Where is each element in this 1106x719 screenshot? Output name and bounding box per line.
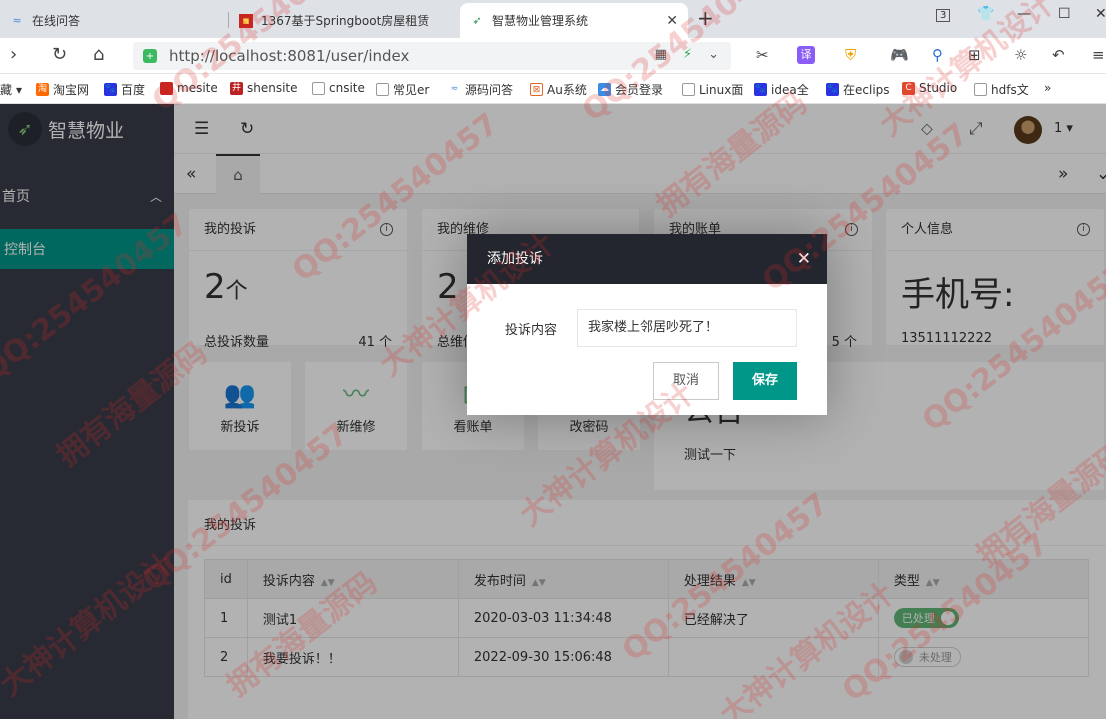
cloud-icon: ☁ [598, 83, 611, 96]
bookmark-item[interactable]: cnsite [312, 81, 365, 95]
save-button[interactable]: 保存 [733, 362, 797, 400]
bookmark-item[interactable]: 🐾 百度 [104, 81, 145, 98]
bookmark-item[interactable]: mesite [160, 81, 218, 95]
home-icon[interactable]: ⌂ [93, 44, 104, 65]
new-tab-button[interactable]: + [697, 6, 714, 30]
browser-tab-bar: ≈ 在线问答 ▪ 1367基于Springboot房屋租赁 ➶ 智慧物业管理系统… [0, 0, 1106, 38]
gamepad-icon[interactable]: 🎮 [890, 46, 909, 64]
chevron-down-icon[interactable]: ⌄ [708, 47, 719, 62]
wave-icon: ≈ [12, 14, 22, 27]
paw-icon: 🐾 [754, 83, 767, 96]
page-icon [974, 83, 987, 96]
cancel-button[interactable]: 取消 [653, 362, 719, 400]
url-field[interactable]: + http://localhost:8081/user/index ▦ ⚡ ⌄ [133, 42, 731, 70]
bookmark-item[interactable]: 🐾 在eclips [826, 81, 890, 98]
bookmarks-bar: 藏 ▾ 淘淘宝网 🐾 百度 mesite 井 shensite cnsite 常见e… [0, 74, 1106, 104]
search-icon[interactable]: ⚲ [932, 46, 943, 64]
brightness-icon[interactable]: ☼ [1014, 46, 1027, 64]
close-icon[interactable]: ✕ [666, 13, 678, 29]
complaint-content-input[interactable]: 我家楼上邻居吵死了！ [577, 309, 797, 347]
browser-tab-3[interactable]: ➶ 智慧物业管理系统 ✕ [460, 3, 688, 38]
bookmark-item[interactable]: hdfs文 [974, 81, 1029, 98]
red-c-icon: C [902, 81, 915, 95]
bookmark-item[interactable]: 🐾 idea全 [754, 81, 809, 98]
apps-icon[interactable]: ⊞ [968, 46, 981, 64]
paw-icon: 🐾 [104, 83, 117, 96]
bookmark-item[interactable]: ≈ 源码问答 [448, 81, 513, 98]
box-icon: ⊠ [530, 83, 543, 96]
dialog-title: 添加投诉 [487, 251, 543, 267]
address-bar-row: › ↻ ⌂ + http://localhost:8081/user/index… [0, 38, 1106, 74]
bookmark-item[interactable]: 藏 ▾ [0, 81, 22, 98]
red-square-icon: ▪ [239, 13, 253, 28]
rocket-icon: ➶ [472, 14, 482, 27]
shield-icon[interactable]: ⛨ [845, 46, 856, 64]
browser-tab-1[interactable]: ≈ 在线问答 [0, 3, 228, 38]
page-icon [312, 81, 325, 95]
bookmark-item[interactable]: ⊠ Au系统 [530, 81, 587, 98]
page-icon [376, 83, 389, 96]
menu-icon[interactable]: ≡ [1092, 46, 1105, 64]
bookmark-item[interactable]: 井 shensite [230, 81, 298, 95]
complaint-content-label: 投诉内容 [505, 323, 558, 338]
close-icon[interactable]: ✕ [797, 234, 811, 284]
red-square-icon [160, 81, 173, 95]
paw-icon: 🐾 [826, 83, 839, 96]
minimize-button[interactable]: — [1017, 6, 1031, 22]
add-complaint-dialog: 添加投诉 ✕ 投诉内容 我家楼上邻居吵死了！ 取消 保存 [467, 234, 827, 415]
bookmark-item[interactable]: Linux面 [682, 81, 743, 98]
undo-icon[interactable]: ↶ [1052, 46, 1065, 64]
red-square-icon: 井 [230, 81, 243, 95]
tab-count-badge[interactable]: 3 [936, 9, 951, 22]
translate-icon[interactable]: 译 [797, 46, 815, 64]
lightning-icon[interactable]: ⚡ [683, 47, 692, 62]
bookmark-more[interactable]: » [1044, 81, 1051, 95]
forward-icon[interactable]: › [10, 44, 17, 65]
taobao-icon: 淘 [36, 83, 49, 96]
bookmark-item[interactable]: C Studio [902, 81, 957, 95]
bookmark-item[interactable]: ☁ 会员登录 [598, 81, 663, 98]
close-window-button[interactable]: ✕ [1095, 6, 1106, 22]
shirt-icon[interactable]: 👕 [977, 6, 994, 22]
browser-tab-2[interactable]: ▪ 1367基于Springboot房屋租赁 [229, 3, 457, 38]
secure-icon: + [143, 49, 157, 63]
scissors-icon[interactable]: ✂ [756, 46, 769, 64]
bookmark-item[interactable]: 淘淘宝网 [36, 81, 89, 98]
reload-icon[interactable]: ↻ [52, 44, 67, 65]
page-icon [682, 83, 695, 96]
grid-icon[interactable]: ▦ [655, 47, 667, 62]
bookmark-item[interactable]: 常见er [376, 81, 429, 98]
wave-icon: ≈ [450, 84, 459, 94]
maximize-button[interactable]: ☐ [1058, 6, 1071, 22]
